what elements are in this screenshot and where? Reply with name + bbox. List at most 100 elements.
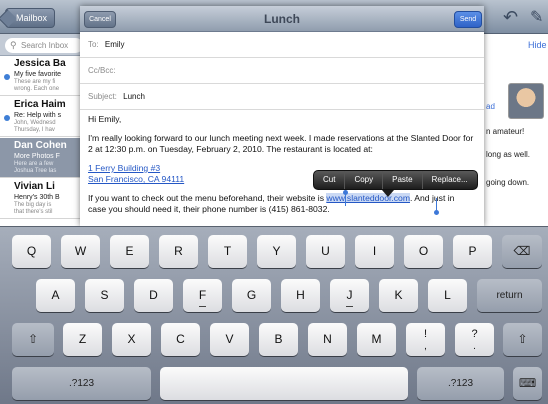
- key-d[interactable]: D: [134, 279, 173, 312]
- shift-key-right[interactable]: ⇧: [503, 323, 542, 356]
- selection-end-handle[interactable]: [434, 210, 439, 215]
- key-label: J: [346, 288, 353, 302]
- subject-label: Subject:: [88, 92, 117, 101]
- message-item-selected[interactable]: Dan Cohen More Photos F Here are a few J…: [0, 138, 80, 178]
- search-bar: ⚲ Search Inbox: [0, 34, 83, 56]
- message-preview: Thursday, I hav: [14, 127, 55, 133]
- message-preview: Here are a few: [14, 161, 54, 167]
- key-n[interactable]: N: [308, 323, 347, 356]
- subject-value: Lunch: [123, 92, 145, 101]
- message-sender: Vivian Li: [14, 181, 55, 192]
- key-w[interactable]: W: [61, 235, 100, 268]
- key-l[interactable]: L: [428, 279, 467, 312]
- hide-button[interactable]: Hide: [528, 40, 547, 50]
- backspace-key[interactable]: ⌫: [502, 235, 542, 268]
- to-label: To:: [88, 40, 99, 49]
- key-b[interactable]: B: [259, 323, 298, 356]
- edit-menu: Cut Copy Paste Replace...: [313, 170, 478, 190]
- message-preview: wrong. Each one: [14, 86, 60, 92]
- search-placeholder: Search Inbox: [21, 41, 69, 50]
- to-field[interactable]: To: Emily: [80, 32, 484, 58]
- message-body[interactable]: Hi Emily, I'm really looking forward to …: [88, 114, 474, 223]
- body-paragraph: I'm really looking forward to our lunch …: [88, 133, 474, 154]
- key-g[interactable]: G: [232, 279, 271, 312]
- numbers-key-left[interactable]: .?123: [12, 367, 151, 400]
- message-sender: Erica Haim: [14, 99, 66, 110]
- replace-menu-item[interactable]: Replace...: [423, 171, 477, 189]
- key-exclamation-comma[interactable]: ! ,: [406, 323, 445, 356]
- detail-fragment: going down.: [486, 178, 530, 187]
- compose-title: Lunch: [264, 12, 300, 26]
- key-u[interactable]: U: [306, 235, 345, 268]
- to-value: Emily: [104, 40, 125, 49]
- shift-key-left[interactable]: ⇧: [12, 323, 54, 356]
- message-item[interactable]: Erica Haim Re: Help with s John, Wednesd…: [0, 97, 80, 137]
- cancel-button[interactable]: Cancel: [84, 11, 116, 28]
- key-r[interactable]: R: [159, 235, 198, 268]
- key-bottom-label: ,: [424, 341, 427, 352]
- message-subject: My five favorite: [14, 71, 62, 78]
- send-button[interactable]: Send: [454, 11, 482, 28]
- selection-end-bar: [436, 198, 437, 210]
- copy-menu-item[interactable]: Copy: [345, 171, 384, 189]
- shift-icon: ⇧: [517, 332, 528, 346]
- subject-field[interactable]: Subject: Lunch: [80, 84, 484, 110]
- key-question-period[interactable]: ? .: [455, 323, 494, 356]
- return-key[interactable]: return: [477, 279, 542, 312]
- key-z[interactable]: Z: [63, 323, 102, 356]
- message-sender: Dan Cohen: [14, 140, 67, 151]
- key-label: F: [198, 288, 207, 302]
- key-s[interactable]: S: [85, 279, 124, 312]
- key-o[interactable]: O: [404, 235, 443, 268]
- message-item[interactable]: Vivian Li Henry's 30th B The big day is …: [0, 179, 80, 219]
- search-icon: ⚲: [10, 40, 17, 50]
- unread-dot: [4, 115, 10, 121]
- key-t[interactable]: T: [208, 235, 247, 268]
- body-text: If you want to check out the menu before…: [88, 193, 327, 203]
- compose-sheet: Lunch Cancel Send To: Emily Cc/Bcc: Subj…: [80, 6, 484, 226]
- home-marker: [346, 306, 353, 307]
- message-item[interactable]: Jessica Ba My five favorite These are my…: [0, 56, 80, 96]
- detail-fragment: ad: [486, 102, 495, 111]
- cc-bcc-field[interactable]: Cc/Bcc:: [80, 58, 484, 84]
- space-key[interactable]: [160, 367, 408, 400]
- key-q[interactable]: Q: [12, 235, 51, 268]
- key-m[interactable]: M: [357, 323, 396, 356]
- detail-fragment: long as well.: [486, 150, 531, 159]
- key-v[interactable]: V: [210, 323, 249, 356]
- search-input[interactable]: ⚲ Search Inbox: [5, 38, 83, 53]
- compose-icon[interactable]: ✎: [530, 7, 543, 27]
- message-list: Jessica Ba My five favorite These are my…: [0, 56, 80, 226]
- message-preview: John, Wednesd: [14, 120, 56, 126]
- message-subject: Re: Help with s: [14, 112, 62, 119]
- key-c[interactable]: C: [161, 323, 200, 356]
- address-link[interactable]: 1 Ferry Building #3: [88, 163, 160, 173]
- key-f[interactable]: F: [183, 279, 222, 312]
- shift-icon: ⇧: [27, 332, 39, 346]
- message-sender: Jessica Ba: [14, 58, 66, 69]
- key-i[interactable]: I: [355, 235, 394, 268]
- message-preview: These are my fi: [14, 79, 56, 85]
- key-h[interactable]: H: [281, 279, 320, 312]
- greeting: Hi Emily,: [88, 114, 122, 124]
- key-p[interactable]: P: [453, 235, 492, 268]
- key-e[interactable]: E: [110, 235, 149, 268]
- message-subject: More Photos F: [14, 153, 60, 160]
- website-link-selected[interactable]: www.slanteddoor.com: [326, 193, 410, 203]
- mailboxes-button[interactable]: Mailbox: [5, 8, 55, 28]
- key-y[interactable]: Y: [257, 235, 296, 268]
- cc-bcc-label: Cc/Bcc:: [88, 66, 116, 75]
- numbers-key-right[interactable]: .?123: [417, 367, 504, 400]
- key-x[interactable]: X: [112, 323, 151, 356]
- hide-keyboard-icon: ⌨: [518, 376, 537, 390]
- key-k[interactable]: K: [379, 279, 418, 312]
- hide-keyboard-key[interactable]: ⌨: [513, 367, 542, 400]
- reply-icon[interactable]: ↶: [503, 7, 518, 28]
- address-link[interactable]: San Francisco, CA 94111: [88, 174, 184, 184]
- cut-menu-item[interactable]: Cut: [314, 171, 346, 189]
- contact-photo: [508, 83, 544, 119]
- key-a[interactable]: A: [36, 279, 75, 312]
- compose-toolbar: Lunch Cancel Send: [80, 6, 484, 32]
- key-j[interactable]: J: [330, 279, 369, 312]
- paste-menu-item[interactable]: Paste: [383, 171, 423, 189]
